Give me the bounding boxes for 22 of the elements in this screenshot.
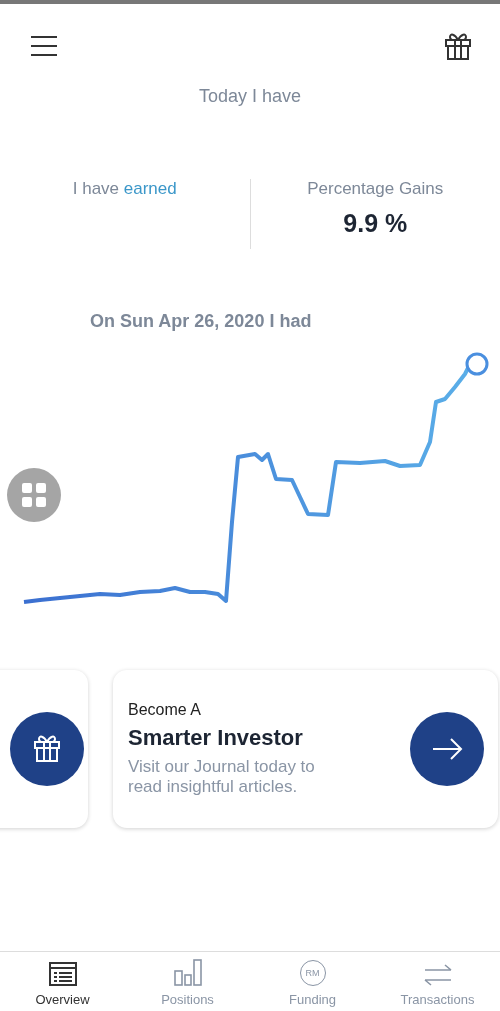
bar-chart-icon <box>173 958 202 986</box>
gift-icon <box>10 712 84 786</box>
nav-tab[interactable]: Overview <box>0 952 125 1011</box>
journal-card[interactable]: Become A Smarter Investor Visit our Journal today to read insightful articles. <box>113 670 498 828</box>
menu-icon[interactable] <box>30 35 58 57</box>
chart-title: On Sun Apr 26, 2020 I had <box>90 311 313 332</box>
card-description: Visit our Journal today to read insightful articles. <box>128 756 316 798</box>
grid-icon <box>21 482 47 508</box>
arrow-right-icon[interactable] <box>410 712 484 786</box>
balance-title: Today I have <box>198 86 302 107</box>
nav-tab[interactable]: RM Funding <box>250 952 375 1011</box>
card-eyebrow: Become A <box>128 700 202 719</box>
card-title: Smarter Investor <box>128 724 304 751</box>
swap-arrows-icon <box>422 964 453 986</box>
gift-icon[interactable] <box>444 31 472 61</box>
stat-label: I have earned <box>72 179 177 199</box>
list-icon <box>48 962 77 986</box>
stat-value: 9.9 % <box>343 209 408 238</box>
nav-tab[interactable]: Positions <box>125 952 250 1011</box>
stat-label: Percentage Gains <box>307 179 444 199</box>
gift-card[interactable] <box>0 670 88 828</box>
nav-tab[interactable]: Transactions <box>375 952 500 1011</box>
